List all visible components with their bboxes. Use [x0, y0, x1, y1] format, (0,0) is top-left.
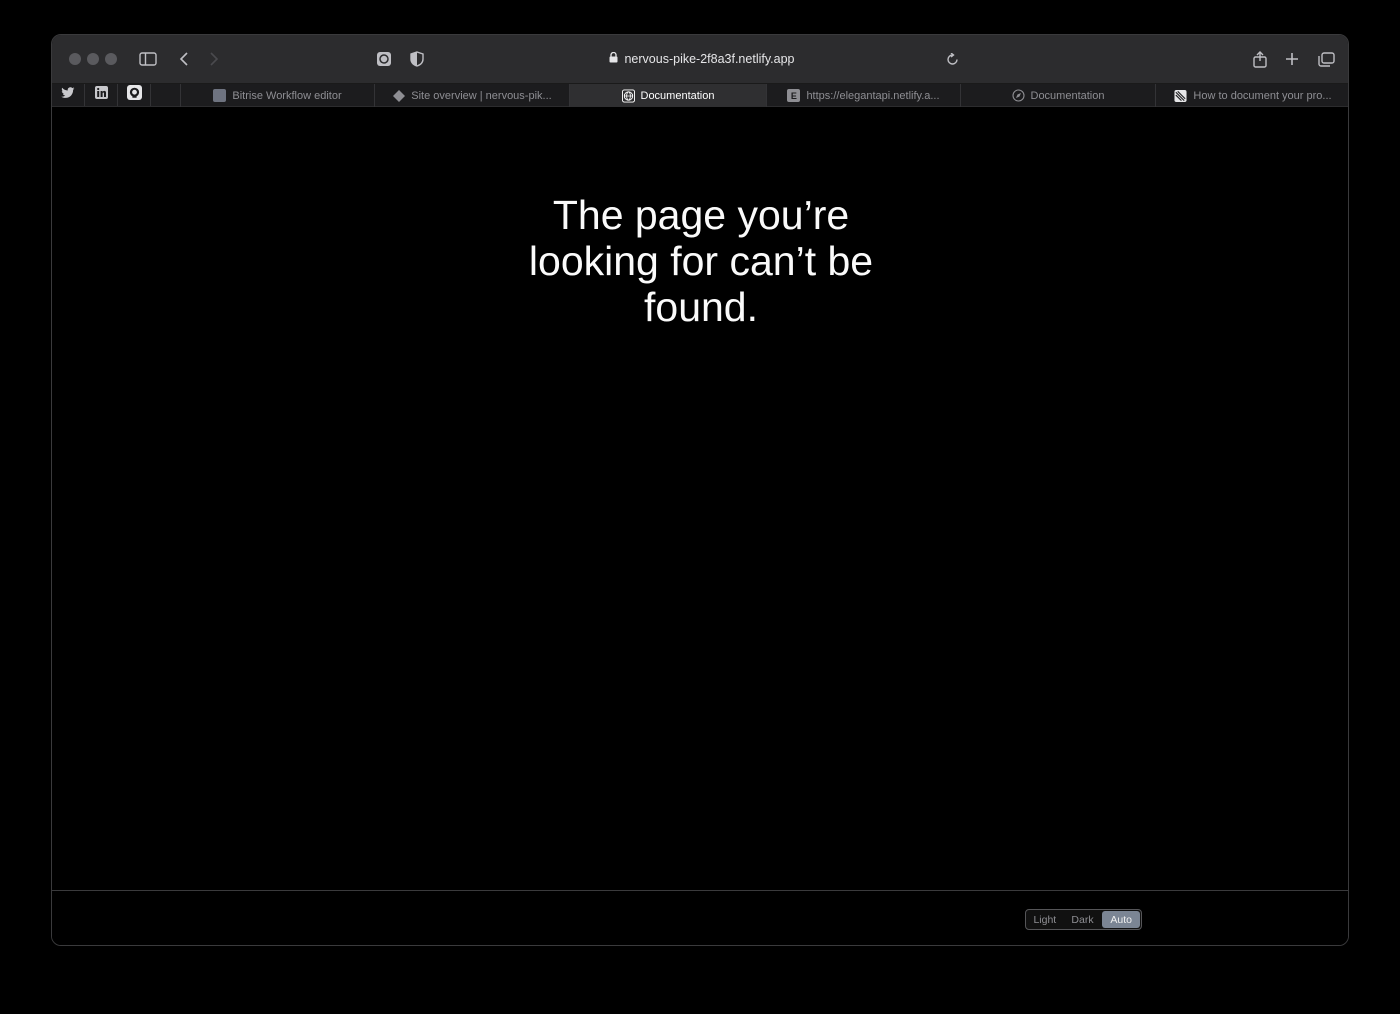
- theme-light-button[interactable]: Light: [1026, 910, 1064, 929]
- tab-label: Documentation: [1030, 89, 1105, 102]
- share-icon[interactable]: [1248, 47, 1272, 71]
- page-content: The page you’re looking for can’t be fou…: [52, 108, 1348, 891]
- globe-icon: [621, 89, 635, 102]
- tab-label: How to document your pro...: [1193, 89, 1332, 102]
- bitrise-icon: [213, 89, 227, 102]
- tab-how-to-document[interactable]: How to document your pro...: [1155, 84, 1348, 107]
- browser-window: nervous-pike-2f8a3f.netlify.app Bitrise …: [51, 34, 1349, 946]
- stripes-icon: [1174, 89, 1187, 102]
- tab-label: Bitrise Workflow editor: [232, 89, 342, 102]
- address-bar[interactable]: nervous-pike-2f8a3f.netlify.app: [607, 49, 797, 69]
- page-footer: Light Dark Auto: [52, 890, 1348, 945]
- github-icon: [126, 85, 142, 105]
- address-text: nervous-pike-2f8a3f.netlify.app: [624, 52, 795, 66]
- zoom-window-button[interactable]: [105, 53, 117, 65]
- lock-icon: [609, 51, 618, 66]
- theme-auto-button[interactable]: Auto: [1102, 911, 1141, 928]
- tab-site-overview[interactable]: Site overview | nervous-pik...: [374, 84, 569, 107]
- reload-icon[interactable]: [940, 47, 964, 71]
- tab-documentation-2[interactable]: Documentation: [960, 84, 1155, 107]
- tab-label: https://elegantapi.netlify.a...: [806, 89, 940, 102]
- forward-icon[interactable]: [202, 47, 226, 71]
- linkedin-icon: [94, 86, 108, 104]
- tab-elegantapi[interactable]: E https://elegantapi.netlify.a...: [766, 84, 960, 107]
- compass-icon: [1011, 89, 1025, 102]
- twitter-icon: [61, 86, 75, 104]
- new-tab-icon[interactable]: [1280, 47, 1304, 71]
- theme-dark-button[interactable]: Dark: [1064, 910, 1102, 929]
- browser-toolbar: nervous-pike-2f8a3f.netlify.app: [52, 35, 1348, 83]
- back-icon[interactable]: [172, 47, 196, 71]
- e-letter-icon: E: [787, 89, 801, 102]
- minimize-window-button[interactable]: [87, 53, 99, 65]
- close-window-button[interactable]: [69, 53, 81, 65]
- tab-label: Site overview | nervous-pik...: [411, 89, 552, 102]
- tab-documentation-active[interactable]: Documentation: [569, 84, 766, 107]
- not-found-message: The page you’re looking for can’t be fou…: [528, 192, 874, 330]
- tab-bar: Bitrise Workflow editor Site overview | …: [52, 83, 1348, 107]
- sidebar-toggle-icon[interactable]: [136, 47, 160, 71]
- privacy-shield-icon[interactable]: [405, 47, 429, 71]
- extension-icon[interactable]: [372, 47, 396, 71]
- tab-bitrise[interactable]: Bitrise Workflow editor: [180, 84, 374, 107]
- netlify-icon: [392, 89, 405, 102]
- tab-overview-icon[interactable]: [1314, 47, 1338, 71]
- tab-label: Documentation: [640, 89, 715, 102]
- favorite-github[interactable]: [118, 84, 150, 106]
- theme-switcher: Light Dark Auto: [1025, 909, 1142, 930]
- favorite-twitter[interactable]: [52, 84, 84, 106]
- favorite-linkedin[interactable]: [85, 84, 117, 106]
